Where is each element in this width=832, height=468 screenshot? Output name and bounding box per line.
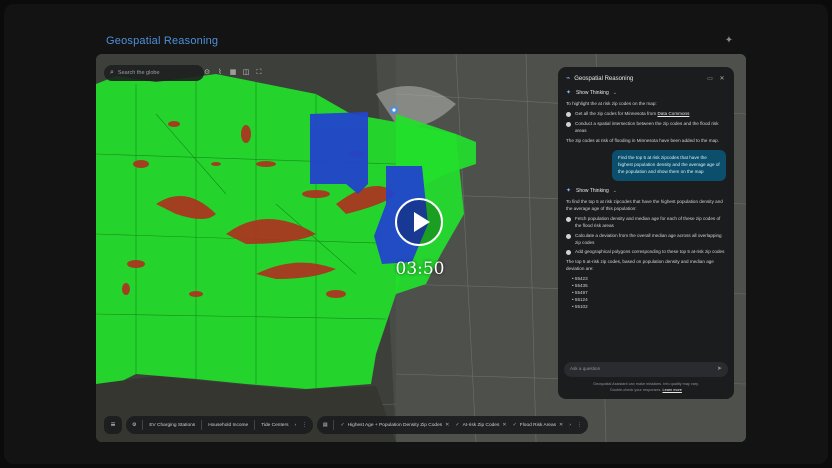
close-icon[interactable]: ✕ — [445, 422, 449, 428]
step-text: Fetch population density and median age … — [575, 215, 721, 228]
show-thinking-label: Show Thinking — [576, 89, 609, 96]
video-frame: Geospatial Reasoning ✦ ⌕ Search the glob… — [4, 4, 828, 464]
divider — [333, 420, 335, 430]
divider — [254, 420, 256, 430]
disclaimer-line-2: Double-check your responses. — [610, 387, 662, 392]
step-text: Get all the zip codes for Minnesota from — [575, 110, 658, 116]
check-icon — [566, 111, 571, 117]
layer-chip-label: Highest Age + Population Density Zip Cod… — [347, 422, 443, 428]
data-commons-link[interactable]: Data Commons — [657, 111, 689, 116]
data-layers-group: ⚙ EV Charging Stations Household Income … — [126, 416, 313, 434]
send-icon[interactable]: ➤ — [717, 365, 722, 374]
layer-chip-flood-risk[interactable]: ✓ Flood Risk Areas ✕ — [513, 422, 564, 428]
zip-list: 55423 55435 55497 55124 55102 — [572, 276, 726, 310]
chart-icon: ⌁ — [566, 74, 571, 82]
layer-chip-tide-centers[interactable]: Tide Centers — [261, 423, 288, 428]
list-item: 55423 — [572, 276, 726, 283]
more-icon[interactable]: ⋮ — [302, 423, 307, 428]
chat-title: Geospatial Reasoning — [574, 75, 634, 82]
play-button[interactable] — [395, 198, 443, 246]
expand-icon[interactable]: ▭ — [706, 75, 714, 84]
step-text: Conduct a spatial intersection between t… — [575, 120, 719, 133]
list-item: 55102 — [572, 304, 726, 311]
show-thinking-toggle-2[interactable]: ✦ Show Thinking ⌄ — [566, 187, 726, 196]
layer-chip-household-income[interactable]: Household Income — [208, 423, 248, 428]
search-input[interactable]: ⌕ Search the globe — [104, 65, 204, 81]
check-icon — [566, 233, 571, 239]
user-message: Find the top 5 at risk zipcodes that hav… — [612, 150, 726, 182]
check-icon — [566, 216, 571, 222]
disclaimer: Geospatial Assistant can make mistakes. … — [558, 382, 734, 393]
layer-chip-label: At-risk Zip Codes — [462, 422, 500, 428]
step-text: Calculate a deviation from the overall m… — [575, 232, 722, 245]
layer-chip-highest-age[interactable]: ✓ Highest Age + Population Density Zip Co… — [340, 422, 449, 428]
list-item: 55124 — [572, 297, 726, 304]
sparkle-icon: ✦ — [566, 90, 572, 96]
close-icon[interactable]: ✕ — [559, 422, 563, 428]
chevron-right-icon[interactable]: › — [294, 423, 296, 428]
step-item: Fetch population density and median age … — [566, 216, 726, 230]
layers-menu-icon[interactable]: ≡ — [104, 416, 122, 434]
layer-chip-label: Tide Centers — [261, 422, 289, 428]
layer-chip-label: EV Charging Stations — [149, 422, 196, 428]
assistant-result-2: The top 5 at-risk zip codes, based on po… — [566, 259, 714, 272]
grid-icon[interactable]: ▦ — [228, 67, 238, 79]
map-toolbar: ⊙ ⌇ ▦ ◫ ⛶ — [202, 67, 264, 79]
step-item: Conduct a spatial intersection between t… — [566, 121, 726, 135]
video-duration: 03:50 — [395, 259, 445, 279]
assistant-result-1: The zip codes at risk of flooding in Min… — [566, 137, 719, 143]
step-item: Calculate a deviation from the overall m… — [566, 233, 726, 247]
check-icon — [566, 250, 571, 256]
layer-chip-label: Flood Risk Areas — [519, 422, 557, 428]
check-icon — [566, 121, 571, 127]
ruler-icon[interactable]: ⌇ — [215, 67, 225, 79]
layer-chip-ev-charging[interactable]: EV Charging Stations — [149, 423, 195, 428]
list-item: 55435 — [572, 283, 726, 290]
chevron-down-icon: ⌄ — [612, 89, 617, 96]
fullscreen-icon[interactable]: ⛶ — [254, 67, 264, 79]
show-thinking-toggle-1[interactable]: ✦ Show Thinking ⌄ — [566, 89, 726, 98]
check-icon: ✓ — [455, 422, 460, 428]
list-item: 55497 — [572, 290, 726, 297]
pin-icon[interactable]: ⊙ — [202, 67, 212, 79]
layers-bar: ≡ ⚙ EV Charging Stations Household Incom… — [104, 416, 588, 434]
step-text: Add geographical polygons corresponding … — [575, 249, 725, 255]
play-icon — [414, 212, 430, 232]
show-thinking-label: Show Thinking — [576, 187, 609, 194]
chevron-down-icon: ⌄ — [612, 187, 617, 194]
layer-settings-icon[interactable]: ⚙ — [132, 423, 136, 428]
sparkle-icon: ✦ — [566, 188, 572, 195]
assistant-intro-2: To find the top 5 at risk zipcodes that … — [566, 199, 723, 212]
check-icon: ✓ — [340, 422, 345, 428]
layer-chip-label: Household Income — [208, 422, 249, 428]
chat-input[interactable]: Ask a question ➤ — [564, 362, 728, 377]
assistant-intro-1: To highlight the at risk zip codes on th… — [566, 101, 657, 106]
close-icon[interactable]: ✕ — [718, 75, 726, 84]
search-icon: ⌕ — [110, 69, 114, 76]
layer-chip-at-risk[interactable]: ✓ At-risk Zip Codes ✕ — [455, 422, 506, 428]
learn-more-link[interactable]: Learn more — [662, 388, 681, 392]
close-icon[interactable]: ✕ — [502, 422, 506, 428]
chat-panel: ⌁ Geospatial Reasoning ▭ ✕ ✦ Show Thinki… — [558, 67, 734, 399]
layers-icon[interactable]: ◫ — [241, 67, 251, 79]
check-icon: ✓ — [512, 422, 517, 428]
active-layers-group: ▤ ✓ Highest Age + Population Density Zip … — [316, 416, 588, 434]
divider — [201, 420, 203, 430]
map-layers-icon[interactable]: ▤ — [323, 423, 328, 428]
more-icon[interactable]: ⋮ — [577, 423, 582, 428]
divider — [142, 420, 144, 430]
app-title: Geospatial Reasoning — [106, 35, 219, 47]
account-icon[interactable]: ✦ — [722, 34, 736, 48]
chat-input-placeholder: Ask a question — [570, 366, 601, 372]
step-item: Add geographical polygons corresponding … — [566, 249, 726, 256]
chevron-right-icon[interactable]: › — [569, 423, 571, 428]
search-placeholder: Search the globe — [117, 70, 160, 76]
step-item: Get all the zip codes for Minnesota from… — [566, 111, 726, 118]
chat-header: ⌁ Geospatial Reasoning ▭ ✕ — [566, 73, 726, 85]
